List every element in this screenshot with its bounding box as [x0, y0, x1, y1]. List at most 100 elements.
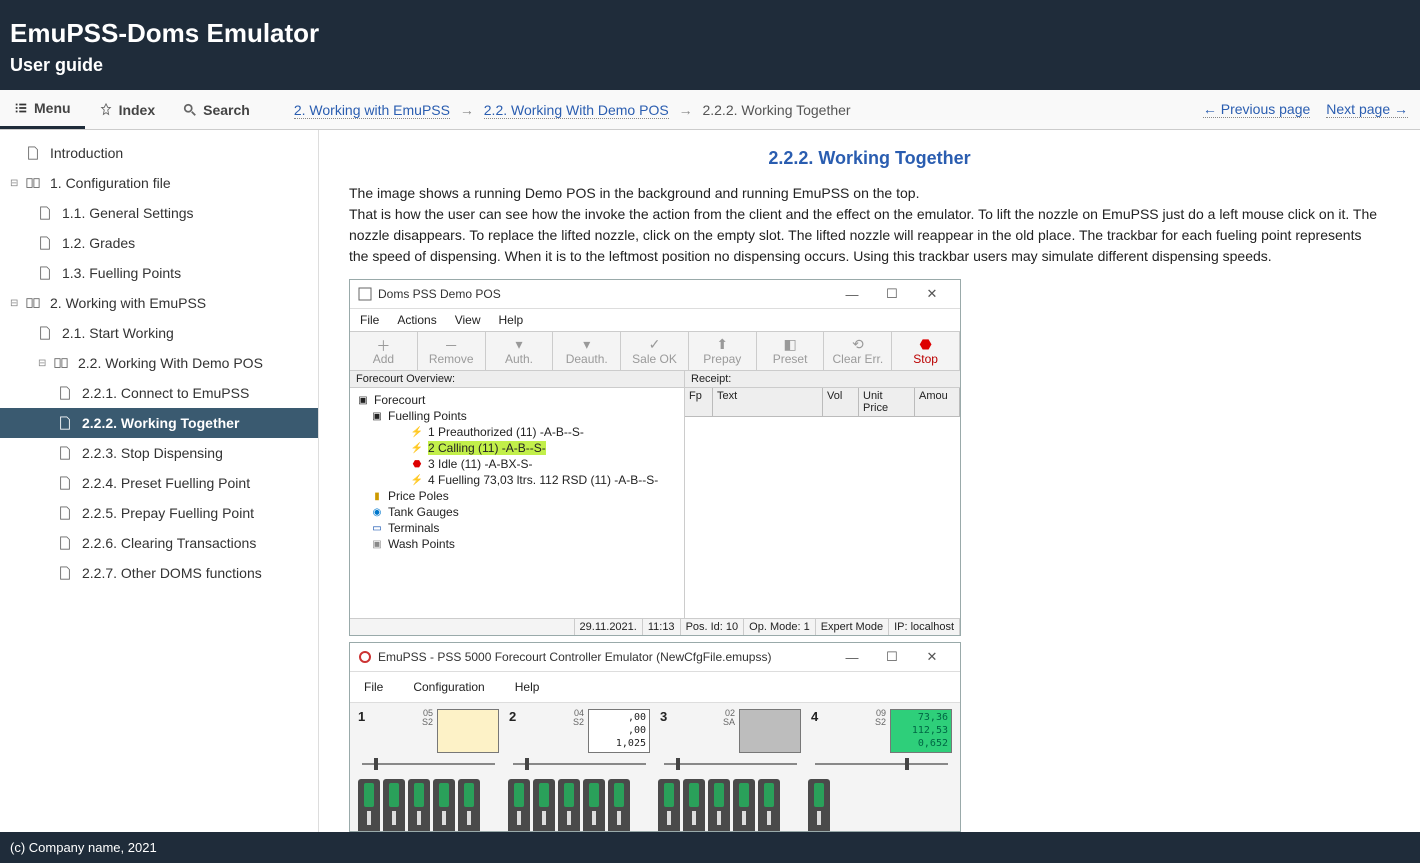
tree-fp-2[interactable]: 2 Calling (11) -A-B--S- — [428, 441, 546, 455]
menu-help[interactable]: Help — [499, 313, 524, 327]
nozzle[interactable] — [508, 779, 530, 831]
speed-trackbar[interactable] — [362, 759, 495, 769]
tab-menu[interactable]: Menu — [0, 90, 85, 129]
tbtn-preset[interactable]: ◧Preset — [757, 332, 825, 370]
menu-actions[interactable]: Actions — [397, 313, 436, 327]
nav-intro[interactable]: Introduction — [0, 138, 318, 168]
collapse-icon[interactable]: ⊟ — [10, 178, 22, 189]
menu-view[interactable]: View — [455, 313, 481, 327]
nav-s1[interactable]: ⊟1. Configuration file — [0, 168, 318, 198]
col-vol[interactable]: Vol — [823, 388, 859, 416]
nav-s2-2-7[interactable]: 2.2.7. Other DOMS functions — [0, 558, 318, 588]
breadcrumbs: 2. Working with EmuPSS → 2.2. Working Wi… — [264, 92, 1191, 128]
nozzle[interactable] — [733, 779, 755, 831]
nav-s2-2-5[interactable]: 2.2.5. Prepay Fuelling Point — [0, 498, 318, 528]
nav-s1-2[interactable]: 1.2. Grades — [0, 228, 318, 258]
tbtn-add[interactable]: ＋Add — [350, 332, 418, 370]
nozzle[interactable] — [608, 779, 630, 831]
fp-code: 04 S2 — [523, 709, 584, 727]
nozzle[interactable] — [583, 779, 605, 831]
tbtn-stop[interactable]: ⬣Stop — [892, 332, 960, 370]
tree-root[interactable]: Forecourt — [374, 393, 425, 407]
speed-trackbar[interactable] — [815, 759, 948, 769]
tab-index[interactable]: Index — [85, 90, 170, 129]
nozzle[interactable] — [408, 779, 430, 831]
list-icon — [14, 101, 28, 115]
nozzle[interactable] — [433, 779, 455, 831]
tree-wp[interactable]: Wash Points — [388, 537, 455, 551]
breadcrumb-sep: → — [679, 102, 693, 118]
nav-s2-2-6[interactable]: 2.2.6. Clearing Transactions — [0, 528, 318, 558]
tree-fp-1[interactable]: 1 Preauthorized (11) -A-B--S- — [428, 425, 584, 439]
emu-menu-help[interactable]: Help — [515, 680, 540, 694]
status-posid: Pos. Id: 10 — [681, 619, 745, 635]
nozzle[interactable] — [683, 779, 705, 831]
nozzle[interactable] — [758, 779, 780, 831]
tab-search[interactable]: Search — [169, 90, 264, 129]
nav-s1-1[interactable]: 1.1. General Settings — [0, 198, 318, 228]
col-text[interactable]: Text — [713, 388, 823, 416]
nozzle[interactable] — [533, 779, 555, 831]
tree-tm[interactable]: Terminals — [388, 521, 439, 535]
close-button[interactable]: ✕ — [912, 286, 952, 302]
tbtn-auth[interactable]: ▾Auth. — [486, 332, 554, 370]
nav-s1-3[interactable]: 1.3. Fuelling Points — [0, 258, 318, 288]
forecourt-tree[interactable]: ▣Forecourt ▣Fuelling Points ⚡1 Preauthor… — [350, 388, 684, 618]
menu-file[interactable]: File — [360, 313, 379, 327]
nozzle[interactable] — [458, 779, 480, 831]
stop-icon: ⬣ — [410, 459, 424, 470]
nozzle[interactable] — [383, 779, 405, 831]
minimize-button[interactable]: — — [832, 287, 872, 302]
nozzle[interactable] — [558, 779, 580, 831]
speed-trackbar[interactable] — [664, 759, 797, 769]
maximize-button[interactable]: ☐ — [872, 286, 912, 302]
speed-trackbar[interactable] — [513, 759, 646, 769]
page-icon — [58, 476, 74, 490]
emu-menu-config[interactable]: Configuration — [413, 680, 484, 694]
emu-menu-file[interactable]: File — [364, 680, 383, 694]
tab-search-label: Search — [203, 102, 250, 118]
maximize-button[interactable]: ☐ — [872, 649, 912, 665]
col-unitprice[interactable]: Unit Price — [859, 388, 915, 416]
page-icon — [58, 446, 74, 460]
minimize-button[interactable]: — — [832, 650, 872, 665]
close-button[interactable]: ✕ — [912, 649, 952, 665]
tbtn-prepay[interactable]: ⬆Prepay — [689, 332, 757, 370]
tree-fp-4[interactable]: 4 Fuelling 73,03 ltrs. 112 RSD (11) -A-B… — [428, 473, 658, 487]
breadcrumb-2[interactable]: 2.2. Working With Demo POS — [484, 102, 669, 119]
nozzle[interactable] — [358, 779, 380, 831]
tbtn-clearerr[interactable]: ⟲Clear Err. — [824, 332, 892, 370]
tree-pp[interactable]: Price Poles — [388, 489, 449, 503]
terminal-icon: ▭ — [370, 523, 384, 534]
collapse-icon[interactable]: ⊟ — [38, 358, 50, 369]
nav-s2-2-4[interactable]: 2.2.4. Preset Fuelling Point — [0, 468, 318, 498]
app-header: EmuPSS-Doms Emulator User guide — [0, 0, 1420, 90]
nav-s2-2-2[interactable]: 2.2.2. Working Together — [0, 408, 318, 438]
breadcrumb-3: 2.2.2. Working Together — [702, 102, 850, 118]
tree-fp[interactable]: Fuelling Points — [388, 409, 467, 423]
pin-icon — [99, 103, 113, 117]
nav-s2-2-3[interactable]: 2.2.3. Stop Dispensing — [0, 438, 318, 468]
bolt-icon: ⚡ — [410, 475, 424, 486]
nav-s2-2[interactable]: ⊟2.2. Working With Demo POS — [0, 348, 318, 378]
nav-s2-1[interactable]: 2.1. Start Working — [0, 318, 318, 348]
collapse-icon[interactable]: ⊟ — [10, 298, 22, 309]
nav-s2-2-1[interactable]: 2.2.1. Connect to EmuPSS — [0, 378, 318, 408]
prev-page-link[interactable]: ← Previous page — [1203, 101, 1310, 118]
nozzle[interactable] — [808, 779, 830, 831]
nozzle[interactable] — [708, 779, 730, 831]
overview-header: Forecourt Overview: — [350, 371, 684, 388]
nozzle[interactable] — [658, 779, 680, 831]
tbtn-saleok[interactable]: ✓Sale OK — [621, 332, 689, 370]
tree-fp-3[interactable]: 3 Idle (11) -A-BX-S- — [428, 457, 532, 471]
receipt-header: Receipt: — [685, 371, 960, 388]
next-page-link[interactable]: Next page → — [1326, 101, 1408, 118]
breadcrumb-1[interactable]: 2. Working with EmuPSS — [294, 102, 450, 119]
tbtn-remove[interactable]: －Remove — [418, 332, 486, 370]
col-fp[interactable]: Fp — [685, 388, 713, 416]
tbtn-deauth[interactable]: ▾Deauth. — [553, 332, 621, 370]
tree-tg[interactable]: Tank Gauges — [388, 505, 459, 519]
nav-s2[interactable]: ⊟2. Working with EmuPSS — [0, 288, 318, 318]
col-amount[interactable]: Amou — [915, 388, 960, 416]
app-title: EmuPSS-Doms Emulator — [10, 18, 1410, 49]
